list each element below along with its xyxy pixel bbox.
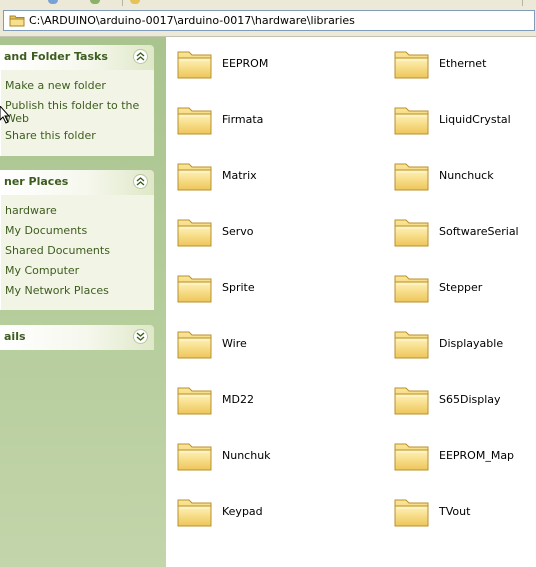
folder-item[interactable]: Wire (176, 324, 376, 370)
file-folder-tasks-title: and Folder Tasks (4, 50, 108, 63)
address-bar: C:\ARDUINO\arduino-0017\arduino-0017\har… (0, 7, 536, 37)
folder-icon[interactable] (393, 268, 431, 306)
folder-label[interactable]: TVout (439, 505, 470, 518)
folder-icon[interactable] (393, 156, 431, 194)
folder-label[interactable]: S65Display (439, 393, 501, 406)
folder-icon[interactable] (393, 44, 431, 82)
details-header[interactable]: ails (0, 325, 154, 350)
folder-item[interactable]: LiquidCrystal (393, 100, 536, 146)
folder-icon (9, 15, 25, 27)
folder-label[interactable]: EEPROM_Map (439, 449, 514, 462)
toolbar-separator (122, 0, 123, 6)
folder-label[interactable]: Firmata (222, 113, 263, 126)
folder-icon[interactable] (176, 324, 214, 362)
folder-icon[interactable] (176, 380, 214, 418)
forward-icon[interactable] (90, 0, 100, 4)
folder-item[interactable]: MD22 (176, 380, 376, 426)
folder-label[interactable]: Servo (222, 225, 254, 238)
folder-item[interactable]: Nunchuk (176, 436, 376, 482)
up-folder-icon[interactable] (130, 0, 140, 4)
place-link-my-documents[interactable]: My Documents (5, 224, 87, 237)
folder-item[interactable]: Keypad (176, 492, 376, 538)
make-new-folder-link[interactable]: Make a new folder (5, 79, 106, 92)
folder-icon[interactable] (393, 100, 431, 138)
toolbar-separator (522, 0, 523, 6)
folder-label[interactable]: Nunchuk (222, 449, 271, 462)
folder-item[interactable]: EEPROM (176, 44, 376, 90)
folder-label[interactable]: LiquidCrystal (439, 113, 511, 126)
share-folder-link[interactable]: Share this folder (5, 129, 96, 142)
mouse-cursor-icon (0, 106, 11, 124)
folder-item[interactable]: Sprite (176, 268, 376, 314)
folder-icon[interactable] (393, 492, 431, 530)
folder-item[interactable]: Stepper (393, 268, 536, 314)
folder-item[interactable]: SoftwareSerial (393, 212, 536, 258)
folder-label[interactable]: Matrix (222, 169, 257, 182)
folder-item[interactable]: EEPROM_Map (393, 436, 536, 482)
folder-label[interactable]: Nunchuck (439, 169, 494, 182)
folder-label[interactable]: Displayable (439, 337, 503, 350)
folder-icon[interactable] (176, 212, 214, 250)
place-link-my-computer[interactable]: My Computer (5, 264, 79, 277)
folder-icon[interactable] (176, 492, 214, 530)
folder-icon[interactable] (176, 436, 214, 474)
folder-label[interactable]: Ethernet (439, 57, 486, 70)
collapse-chevron-icon[interactable] (133, 49, 148, 64)
folder-icon[interactable] (176, 156, 214, 194)
folder-label[interactable]: MD22 (222, 393, 254, 406)
folder-item[interactable]: S65Display (393, 380, 536, 426)
folder-label[interactable]: Stepper (439, 281, 482, 294)
expand-chevron-icon[interactable] (133, 329, 148, 344)
folder-view: EEPROM Ethernet Firmata LiquidCrystal Matrix… (166, 37, 536, 567)
folder-label[interactable]: EEPROM (222, 57, 268, 70)
folder-item[interactable]: Nunchuck (393, 156, 536, 202)
task-pane: and Folder Tasks Make a new folder Publi… (0, 37, 166, 567)
other-places-body: hardware My Documents Shared Documents M… (0, 195, 154, 310)
file-folder-tasks-header[interactable]: and Folder Tasks (0, 45, 154, 70)
folder-icon[interactable] (393, 380, 431, 418)
folder-item[interactable]: Displayable (393, 324, 536, 370)
address-field[interactable]: C:\ARDUINO\arduino-0017\arduino-0017\har… (3, 10, 535, 31)
folder-icon[interactable] (393, 324, 431, 362)
publish-folder-link[interactable]: Publish this folder to the Web (5, 99, 145, 125)
details-title: ails (4, 330, 26, 343)
folder-item[interactable]: Firmata (176, 100, 376, 146)
address-path[interactable]: C:\ARDUINO\arduino-0017\arduino-0017\har… (29, 14, 355, 27)
folder-item[interactable]: Ethernet (393, 44, 536, 90)
other-places-header[interactable]: ner Places (0, 170, 154, 195)
folder-label[interactable]: Wire (222, 337, 247, 350)
folder-icon[interactable] (393, 436, 431, 474)
back-icon[interactable] (48, 0, 58, 4)
folder-item[interactable]: Matrix (176, 156, 376, 202)
folder-icon[interactable] (176, 268, 214, 306)
folder-icon[interactable] (176, 44, 214, 82)
file-folder-tasks-body: Make a new folder Publish this folder to… (0, 70, 154, 156)
folder-icon[interactable] (393, 212, 431, 250)
folder-label[interactable]: SoftwareSerial (439, 225, 519, 238)
folder-label[interactable]: Sprite (222, 281, 255, 294)
folder-icon[interactable] (176, 100, 214, 138)
collapse-chevron-icon[interactable] (133, 174, 148, 189)
place-link-shared-documents[interactable]: Shared Documents (5, 244, 110, 257)
place-link-my-network-places[interactable]: My Network Places (5, 284, 109, 297)
folder-item[interactable]: Servo (176, 212, 376, 258)
other-places-title: ner Places (4, 175, 69, 188)
folder-item[interactable]: TVout (393, 492, 536, 538)
folder-label[interactable]: Keypad (222, 505, 263, 518)
place-link-hardware[interactable]: hardware (5, 204, 57, 217)
